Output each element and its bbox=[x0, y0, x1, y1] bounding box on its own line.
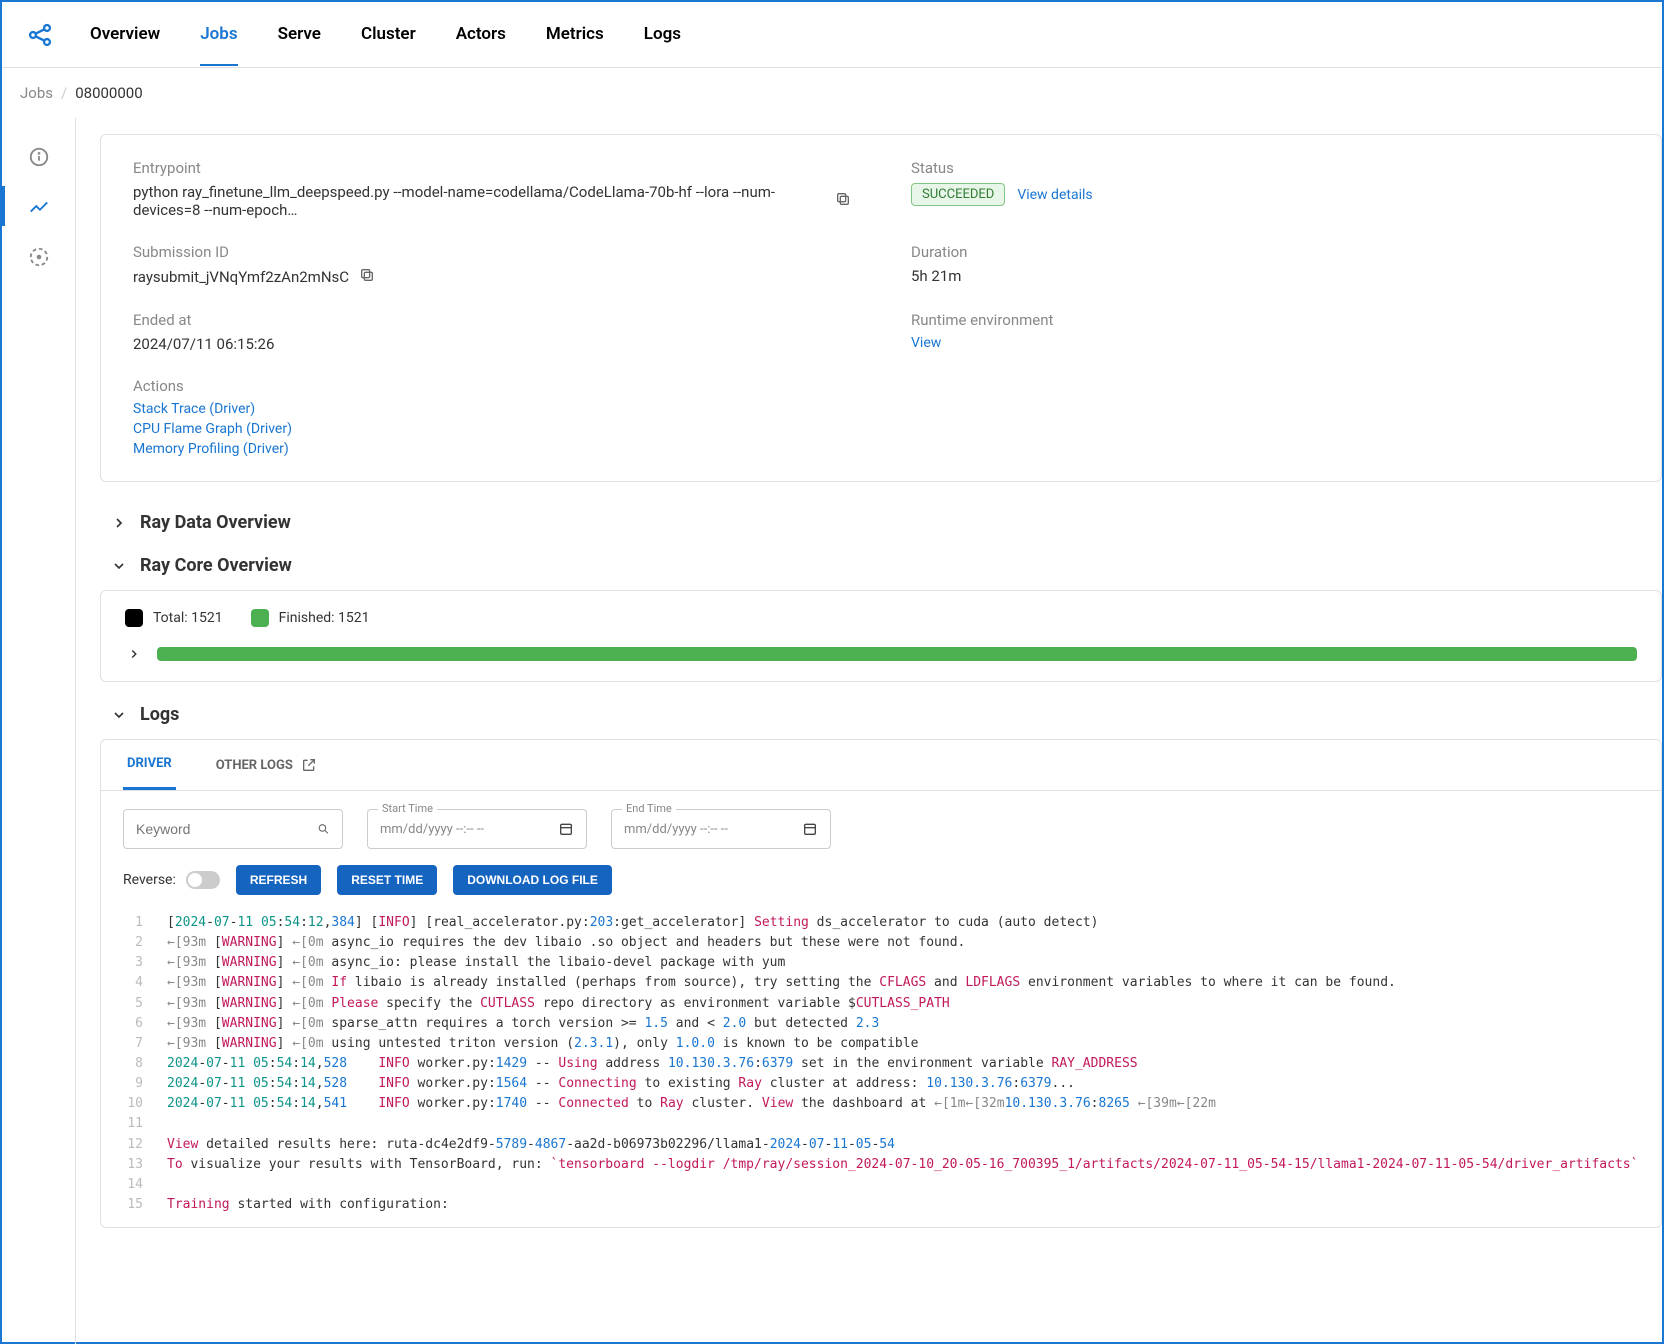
log-line: 5←[93m [WARNING] ←[0m Please specify the… bbox=[101, 994, 1661, 1014]
ray-data-header[interactable]: Ray Data Overview bbox=[110, 512, 1662, 533]
nav-actors[interactable]: Actors bbox=[456, 4, 506, 66]
breadcrumb: Jobs / 08000000 bbox=[2, 68, 1662, 118]
chart-icon[interactable] bbox=[28, 196, 50, 218]
main-nav: Overview Jobs Serve Cluster Actors Metrics Log… bbox=[90, 4, 681, 66]
log-line: 12View detailed results here: ruta-dc4e2… bbox=[101, 1135, 1661, 1155]
info-icon[interactable] bbox=[28, 146, 50, 168]
nav-cluster[interactable]: Cluster bbox=[361, 4, 416, 66]
log-line: 92024-07-11 05:54:14,528 INFO worker.py:… bbox=[101, 1074, 1661, 1094]
swatch-finished bbox=[251, 609, 269, 627]
log-line: 15Training started with configuration: bbox=[101, 1195, 1661, 1215]
external-link-icon bbox=[301, 757, 317, 773]
log-output: 1[2024-07-11 05:54:12,384] [INFO] [real_… bbox=[101, 909, 1661, 1227]
copy-icon[interactable] bbox=[359, 267, 375, 287]
copy-icon[interactable] bbox=[835, 191, 851, 211]
log-line: 102024-07-11 05:54:14,541 INFO worker.py… bbox=[101, 1094, 1661, 1114]
log-line: 13To visualize your results with TensorB… bbox=[101, 1155, 1661, 1175]
action-link[interactable]: Memory Profiling (Driver) bbox=[133, 441, 851, 457]
reverse-label: Reverse: bbox=[123, 872, 176, 888]
reset-time-button[interactable]: RESET TIME bbox=[337, 865, 437, 895]
tab-other-logs[interactable]: OTHER LOGS bbox=[212, 740, 321, 790]
ended-value: 2024/07/11 06:15:26 bbox=[133, 335, 851, 353]
ray-logo-icon bbox=[26, 21, 54, 49]
actions-label: Actions bbox=[133, 377, 851, 395]
submission-value: raysubmit_jVNqYmf2zAn2mNsC bbox=[133, 268, 349, 286]
log-line: 11 bbox=[101, 1114, 1661, 1134]
log-line: 14 bbox=[101, 1175, 1661, 1195]
action-link[interactable]: Stack Trace (Driver) bbox=[133, 401, 851, 417]
runtime-view-link[interactable]: View bbox=[911, 335, 941, 351]
side-rail bbox=[2, 118, 76, 1344]
entrypoint-value: python ray_finetune_llm_deepspeed.py --m… bbox=[133, 183, 825, 219]
chevron-down-icon bbox=[110, 706, 128, 724]
ended-label: Ended at bbox=[133, 311, 851, 329]
keyword-input-wrap bbox=[123, 809, 343, 849]
runtime-label: Runtime environment bbox=[911, 311, 1629, 329]
download-log-button[interactable]: DOWNLOAD LOG FILE bbox=[453, 865, 612, 895]
keyword-input[interactable] bbox=[136, 821, 317, 837]
nav-overview[interactable]: Overview bbox=[90, 4, 160, 66]
start-time-input[interactable]: Start Time mm/dd/yyyy --:-- -- bbox=[367, 809, 587, 849]
view-details-link[interactable]: View details bbox=[1017, 187, 1092, 203]
duration-value: 5h 21m bbox=[911, 267, 1629, 285]
status-badge: SUCCEEDED bbox=[911, 183, 1005, 206]
nav-serve[interactable]: Serve bbox=[278, 4, 321, 66]
duration-label: Duration bbox=[911, 243, 1629, 261]
end-time-input[interactable]: End Time mm/dd/yyyy --:-- -- bbox=[611, 809, 831, 849]
breadcrumb-parent[interactable]: Jobs bbox=[20, 84, 53, 102]
action-link[interactable]: CPU Flame Graph (Driver) bbox=[133, 421, 851, 437]
job-details-card: Entrypoint python ray_finetune_llm_deeps… bbox=[100, 134, 1662, 482]
content-area: Entrypoint python ray_finetune_llm_deeps… bbox=[76, 118, 1662, 1344]
log-line: 6←[93m [WARNING] ←[0m sparse_attn requir… bbox=[101, 1014, 1661, 1034]
progress-icon[interactable] bbox=[28, 246, 50, 268]
logs-header[interactable]: Logs bbox=[110, 704, 1662, 725]
tab-driver[interactable]: DRIVER bbox=[123, 740, 176, 790]
chevron-right-icon bbox=[110, 514, 128, 532]
breadcrumb-current: 08000000 bbox=[75, 84, 142, 102]
nav-logs[interactable]: Logs bbox=[644, 4, 681, 66]
ray-core-panel: Total: 1521 Finished: 1521 bbox=[100, 590, 1662, 682]
search-icon[interactable] bbox=[317, 820, 330, 838]
legend-finished: Finished: 1521 bbox=[279, 610, 370, 626]
reverse-toggle[interactable] bbox=[186, 871, 220, 889]
log-line: 4←[93m [WARNING] ←[0m If libaio is alrea… bbox=[101, 973, 1661, 993]
progress-bar bbox=[157, 647, 1637, 661]
status-label: Status bbox=[911, 159, 1629, 177]
log-line: 82024-07-11 05:54:14,528 INFO worker.py:… bbox=[101, 1054, 1661, 1074]
chevron-right-icon[interactable] bbox=[125, 645, 143, 663]
chevron-down-icon bbox=[110, 557, 128, 575]
topbar: Overview Jobs Serve Cluster Actors Metrics Log… bbox=[2, 2, 1662, 68]
refresh-button[interactable]: REFRESH bbox=[236, 865, 321, 895]
log-line: 2←[93m [WARNING] ←[0m async_io requires … bbox=[101, 933, 1661, 953]
log-line: 7←[93m [WARNING] ←[0m using untested tri… bbox=[101, 1034, 1661, 1054]
calendar-icon bbox=[558, 821, 574, 837]
legend-total: Total: 1521 bbox=[153, 610, 223, 626]
entrypoint-label: Entrypoint bbox=[133, 159, 851, 177]
nav-metrics[interactable]: Metrics bbox=[546, 4, 604, 66]
swatch-total bbox=[125, 609, 143, 627]
ray-core-header[interactable]: Ray Core Overview bbox=[110, 555, 1662, 576]
log-line: 1[2024-07-11 05:54:12,384] [INFO] [real_… bbox=[101, 913, 1661, 933]
nav-jobs[interactable]: Jobs bbox=[200, 4, 237, 66]
logs-panel: DRIVER OTHER LOGS Start Time mm/dd/yyyy … bbox=[100, 739, 1662, 1228]
submission-label: Submission ID bbox=[133, 243, 851, 261]
calendar-icon bbox=[802, 821, 818, 837]
log-line: 3←[93m [WARNING] ←[0m async_io: please i… bbox=[101, 953, 1661, 973]
